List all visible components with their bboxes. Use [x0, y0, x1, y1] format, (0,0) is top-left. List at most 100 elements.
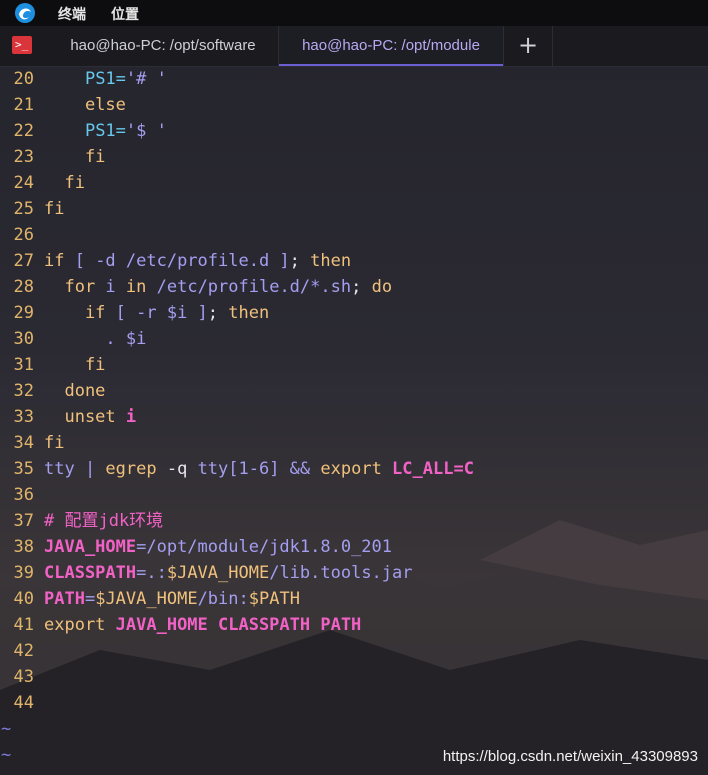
- code-token: if: [44, 303, 106, 323]
- menu-item-terminal[interactable]: 终端: [58, 4, 86, 24]
- code-line: 31 fi: [0, 352, 708, 378]
- line-number: 30: [13, 329, 34, 349]
- line-number: 39: [13, 563, 34, 583]
- code-token: CLASSPATH: [44, 563, 137, 583]
- code-line: 41 export JAVA_HOME CLASSPATH PATH: [0, 612, 708, 638]
- code-line: 42: [0, 638, 708, 664]
- code-line: 40 PATH=$JAVA_HOME/bin:$PATH: [0, 586, 708, 612]
- line-number: 42: [13, 641, 34, 661]
- code-line: 21 else: [0, 92, 708, 118]
- code-line: 35 tty | egrep -q tty[1-6] && export LC_A…: [0, 456, 708, 482]
- code-token: then: [310, 251, 352, 271]
- code-line: 25 fi: [0, 196, 708, 222]
- code-line: 44: [0, 690, 708, 716]
- line-number: 28: [13, 277, 34, 297]
- code-line: 36: [0, 482, 708, 508]
- tab-opt-module[interactable]: hao@hao-PC: /opt/module: [279, 26, 504, 66]
- code-token: tty |: [44, 459, 106, 479]
- code-token: '# ': [125, 69, 167, 89]
- code-token: =.:: [136, 563, 167, 583]
- menu-item-location[interactable]: 位置: [111, 4, 139, 24]
- watermark-url: https://blog.csdn.net/weixin_43309893: [442, 748, 698, 765]
- code-line: 28 for i in /etc/profile.d/*.sh; do: [0, 274, 708, 300]
- code-token: /bin:: [197, 589, 249, 609]
- code-token: if: [44, 251, 65, 271]
- code-line: 37 # 配置jdk环境: [0, 508, 708, 534]
- code-token: egrep: [105, 459, 157, 479]
- code-token: i: [95, 277, 126, 297]
- code-token: PS1=: [84, 69, 126, 89]
- code-token: ~: [1, 745, 12, 765]
- code-token: LC_ALL=C: [392, 459, 474, 479]
- line-number: 29: [13, 303, 34, 323]
- code-line: 39 CLASSPATH=.:$JAVA_HOME/lib.tools.jar: [0, 560, 708, 586]
- code-token: # 配置jdk环境: [44, 511, 164, 531]
- code-line: 38 JAVA_HOME=/opt/module/jdk1.8.0_201: [0, 534, 708, 560]
- code-line: 34 fi: [0, 430, 708, 456]
- code-token: $JAVA_HOME: [166, 563, 270, 583]
- tab-opt-software[interactable]: hao@hao-PC: /opt/software: [48, 26, 279, 66]
- code-line: 24 fi: [0, 170, 708, 196]
- line-number: 27: [13, 251, 34, 271]
- code-token: $PATH: [248, 589, 300, 609]
- tab-bar: >_ hao@hao-PC: /opt/software hao@hao-PC:…: [0, 26, 708, 67]
- code-token: [ -d /etc/profile.d ]: [64, 251, 290, 271]
- line-number: 34: [13, 433, 34, 453]
- line-number: 25: [13, 199, 34, 219]
- code-line: 20 PS1='# ': [0, 66, 708, 92]
- line-number: 41: [13, 615, 34, 635]
- code-token: [ -r $i ]: [105, 303, 208, 323]
- line-number: 31: [13, 355, 34, 375]
- line-number: 38: [13, 537, 34, 557]
- code-token: fi: [44, 199, 65, 219]
- code-token: JAVA_HOME CLASSPATH PATH: [115, 615, 362, 635]
- line-number: 32: [13, 381, 34, 401]
- deepin-logo-icon[interactable]: [14, 2, 36, 24]
- top-menubar: 终端 位置: [0, 0, 708, 26]
- line-number: 23: [13, 147, 34, 167]
- line-number: 44: [13, 693, 34, 713]
- code-token: . $i: [44, 329, 147, 349]
- code-token: PATH: [44, 589, 85, 609]
- code-token: ~: [1, 719, 12, 739]
- line-number: 24: [13, 173, 34, 193]
- code-token: for: [44, 277, 96, 297]
- code-line: 30 . $i: [0, 326, 708, 352]
- code-line: 33 unset i: [0, 404, 708, 430]
- line-number: 43: [13, 667, 34, 687]
- terminal-icon[interactable]: >_: [12, 36, 32, 54]
- code-line: 27 if [ -d /etc/profile.d ]; then: [0, 248, 708, 274]
- empty-line-marker: ~: [0, 716, 708, 742]
- code-token: export: [320, 459, 393, 479]
- code-token: =/opt/module/jdk1.8.0_201: [136, 537, 392, 557]
- line-number: 22: [13, 121, 34, 141]
- code-line: 23 fi: [0, 144, 708, 170]
- line-number: 33: [13, 407, 34, 427]
- code-token: PS1=: [84, 121, 126, 141]
- code-line: 26: [0, 222, 708, 248]
- line-number: 26: [13, 225, 34, 245]
- add-tab-icon[interactable]: +: [504, 26, 553, 66]
- code-line: 32 done: [0, 378, 708, 404]
- code-token: -q: [156, 459, 198, 479]
- code-line: 43: [0, 664, 708, 690]
- code-token: /lib.tools.jar: [269, 563, 413, 583]
- code-token: tty[1-6] &&: [197, 459, 321, 479]
- code-token: fi: [44, 147, 106, 167]
- line-number: 35: [13, 459, 34, 479]
- line-number: 37: [13, 511, 34, 531]
- line-number: 20: [13, 69, 34, 89]
- code-token: ;: [289, 251, 311, 271]
- code-token: export: [44, 615, 116, 635]
- code-token: done: [44, 381, 106, 401]
- code-token: /etc/profile.d/*.sh: [146, 277, 352, 297]
- code-token: JAVA_HOME: [44, 537, 137, 557]
- line-number: 21: [13, 95, 34, 115]
- code-token: fi: [44, 355, 106, 375]
- code-token: $JAVA_HOME: [95, 589, 198, 609]
- code-line: 22 PS1='$ ': [0, 118, 708, 144]
- editor-content[interactable]: 20 PS1='# ' 21 else 22 PS1='$ ' 23 fi 24…: [0, 66, 708, 768]
- code-token: ;: [207, 303, 229, 323]
